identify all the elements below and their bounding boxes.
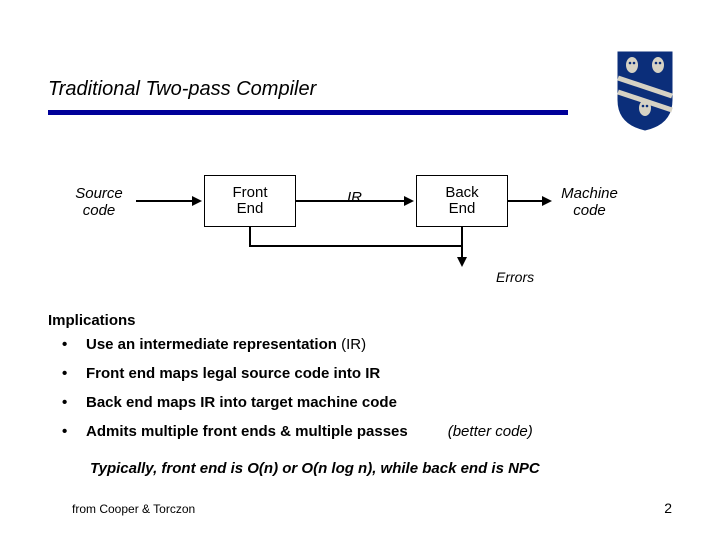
arrow-source-front [136,200,194,202]
bullet-text: Admits multiple front ends & multiple pa… [86,423,408,440]
arrow-front-back-head [404,196,414,206]
list-item: Back end maps IR into target machine cod… [62,394,533,411]
arrow-source-front-head [192,196,202,206]
error-line-h [249,245,462,247]
ir-abbrev: (IR) [341,336,366,353]
error-arrow-head [457,257,467,267]
page-number: 2 [664,500,672,516]
bullet-text: Use an intermediate representation [86,336,341,353]
source-code-label: Source code [64,185,134,220]
front-end-box: Front End [204,175,296,227]
implications-list: Use an intermediate representation (IR) … [62,336,533,452]
list-item: Front end maps legal source code into IR [62,365,533,382]
list-item: Admits multiple front ends & multiple pa… [62,423,533,440]
back-end-box: Back End [416,175,508,227]
arrow-back-machine [508,200,544,202]
better-code-aside: (better code) [448,423,533,440]
footer-credit: from Cooper & Torczon [72,502,195,516]
shield-crest-icon [616,50,674,132]
title-underline [48,110,568,115]
slide-title: Traditional Two-pass Compiler [48,78,316,101]
error-line-back-v [461,227,463,245]
list-item: Use an intermediate representation (IR) [62,336,533,353]
implications-heading: Implications [48,312,136,329]
compiler-diagram: Source code Front End IR Back End Machin… [64,175,664,295]
bullet-text: Front end maps legal source code into IR [86,365,380,382]
bullet-text: Back end maps IR into target machine cod… [86,394,397,411]
slide: Traditional Two-pass Compiler Source cod… [0,0,720,540]
arrow-back-machine-head [542,196,552,206]
errors-label: Errors [496,269,534,285]
typically-note: Typically, front end is O(n) or O(n log … [90,460,540,477]
machine-code-label: Machine code [552,185,627,220]
error-line-front-v [249,227,251,245]
ir-label: IR [347,189,362,206]
